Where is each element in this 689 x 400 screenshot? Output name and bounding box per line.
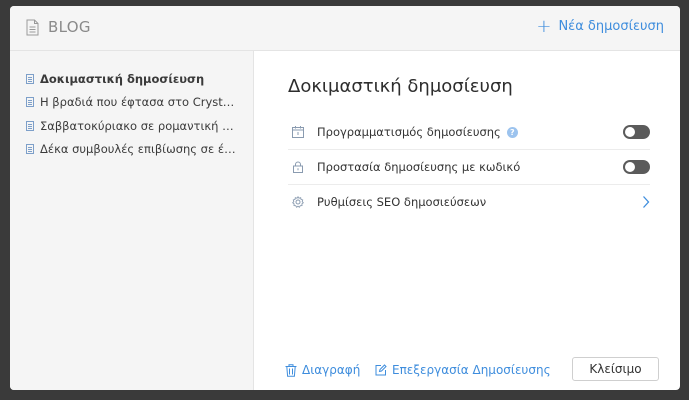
post-icon bbox=[26, 144, 34, 155]
toggle-knob bbox=[625, 162, 635, 172]
post-item-title: Δοκιμαστική δημοσίευση bbox=[40, 71, 205, 86]
edit-post-button[interactable]: Επεξεργασία Δημοσίευσης bbox=[375, 363, 551, 377]
post-icon bbox=[26, 73, 34, 84]
delete-label: Διαγραφή bbox=[302, 363, 361, 377]
header-title-group: BLOG bbox=[26, 18, 91, 36]
dialog-header: BLOG + Νέα δημοσίευση bbox=[10, 6, 680, 51]
password-label: Προστασία δημοσίευσης με κωδικό bbox=[317, 160, 521, 174]
schedule-label: Προγραμματισμός δημοσίευσης bbox=[317, 125, 501, 139]
calendar-icon bbox=[292, 126, 304, 138]
post-title: Δοκιμαστική δημοσίευση bbox=[288, 76, 513, 97]
blog-dialog: BLOG + Νέα δημοσίευση Δοκιμαστική δημοσί… bbox=[10, 6, 680, 390]
edit-icon bbox=[375, 364, 387, 376]
post-list-item[interactable]: Δοκιμαστική δημοσίευση bbox=[26, 67, 253, 91]
toggle-knob bbox=[625, 127, 635, 137]
password-row: Προστασία δημοσίευσης με κωδικό bbox=[288, 150, 650, 185]
post-list-item[interactable]: Δέκα συμβουλές επιβίωσης σε ένα ταξίδι bbox=[26, 138, 253, 162]
new-post-label: Νέα δημοσίευση bbox=[558, 19, 664, 34]
post-list-item[interactable]: Σαββατοκύριακο σε ρομαντική καλύβα bbox=[26, 114, 253, 138]
plus-icon: + bbox=[536, 15, 552, 37]
chevron-right-icon bbox=[643, 196, 650, 208]
post-list-item[interactable]: Η βραδιά που έφτασα στο Crystal Palace bbox=[26, 91, 253, 115]
new-post-button[interactable]: + Νέα δημοσίευση bbox=[536, 15, 664, 37]
dialog-title: BLOG bbox=[48, 18, 91, 36]
posts-sidebar: Δοκιμαστική δημοσίευση Η βραδιά που έφτα… bbox=[10, 51, 254, 390]
post-item-title: Δέκα συμβουλές επιβίωσης σε ένα ταξίδι bbox=[40, 142, 240, 157]
trash-icon bbox=[285, 363, 297, 377]
help-icon[interactable]: ? bbox=[506, 126, 518, 138]
schedule-row: Προγραμματισμός δημοσίευσης ? bbox=[288, 115, 650, 150]
post-icon bbox=[26, 120, 34, 131]
post-icon bbox=[26, 97, 34, 108]
post-settings-panel: Δοκιμαστική δημοσίευση Προγραμματισμός δ… bbox=[254, 51, 680, 390]
post-item-title: Η βραδιά που έφτασα στο Crystal Palace bbox=[40, 95, 240, 110]
seo-label: Ρυθμίσεις SEO δημοσιεύσεων bbox=[317, 195, 487, 209]
dialog-footer: Διαγραφή Επεξεργασία Δημοσίευσης Κλείσιμ… bbox=[285, 355, 680, 385]
settings-list: Προγραμματισμός δημοσίευσης ? Προστασία … bbox=[288, 115, 650, 219]
gear-icon bbox=[292, 196, 304, 208]
delete-button[interactable]: Διαγραφή bbox=[285, 363, 360, 377]
document-icon bbox=[26, 19, 39, 35]
close-button[interactable]: Κλείσιμο bbox=[572, 357, 659, 381]
seo-settings-row[interactable]: Ρυθμίσεις SEO δημοσιεύσεων bbox=[288, 185, 650, 219]
post-item-title: Σαββατοκύριακο σε ρομαντική καλύβα bbox=[40, 118, 240, 133]
post-list: Δοκιμαστική δημοσίευση Η βραδιά που έφτα… bbox=[10, 51, 253, 161]
lock-icon bbox=[293, 161, 303, 173]
edit-post-label: Επεξεργασία Δημοσίευσης bbox=[392, 363, 551, 377]
schedule-toggle[interactable] bbox=[623, 125, 650, 139]
password-toggle[interactable] bbox=[623, 160, 650, 174]
